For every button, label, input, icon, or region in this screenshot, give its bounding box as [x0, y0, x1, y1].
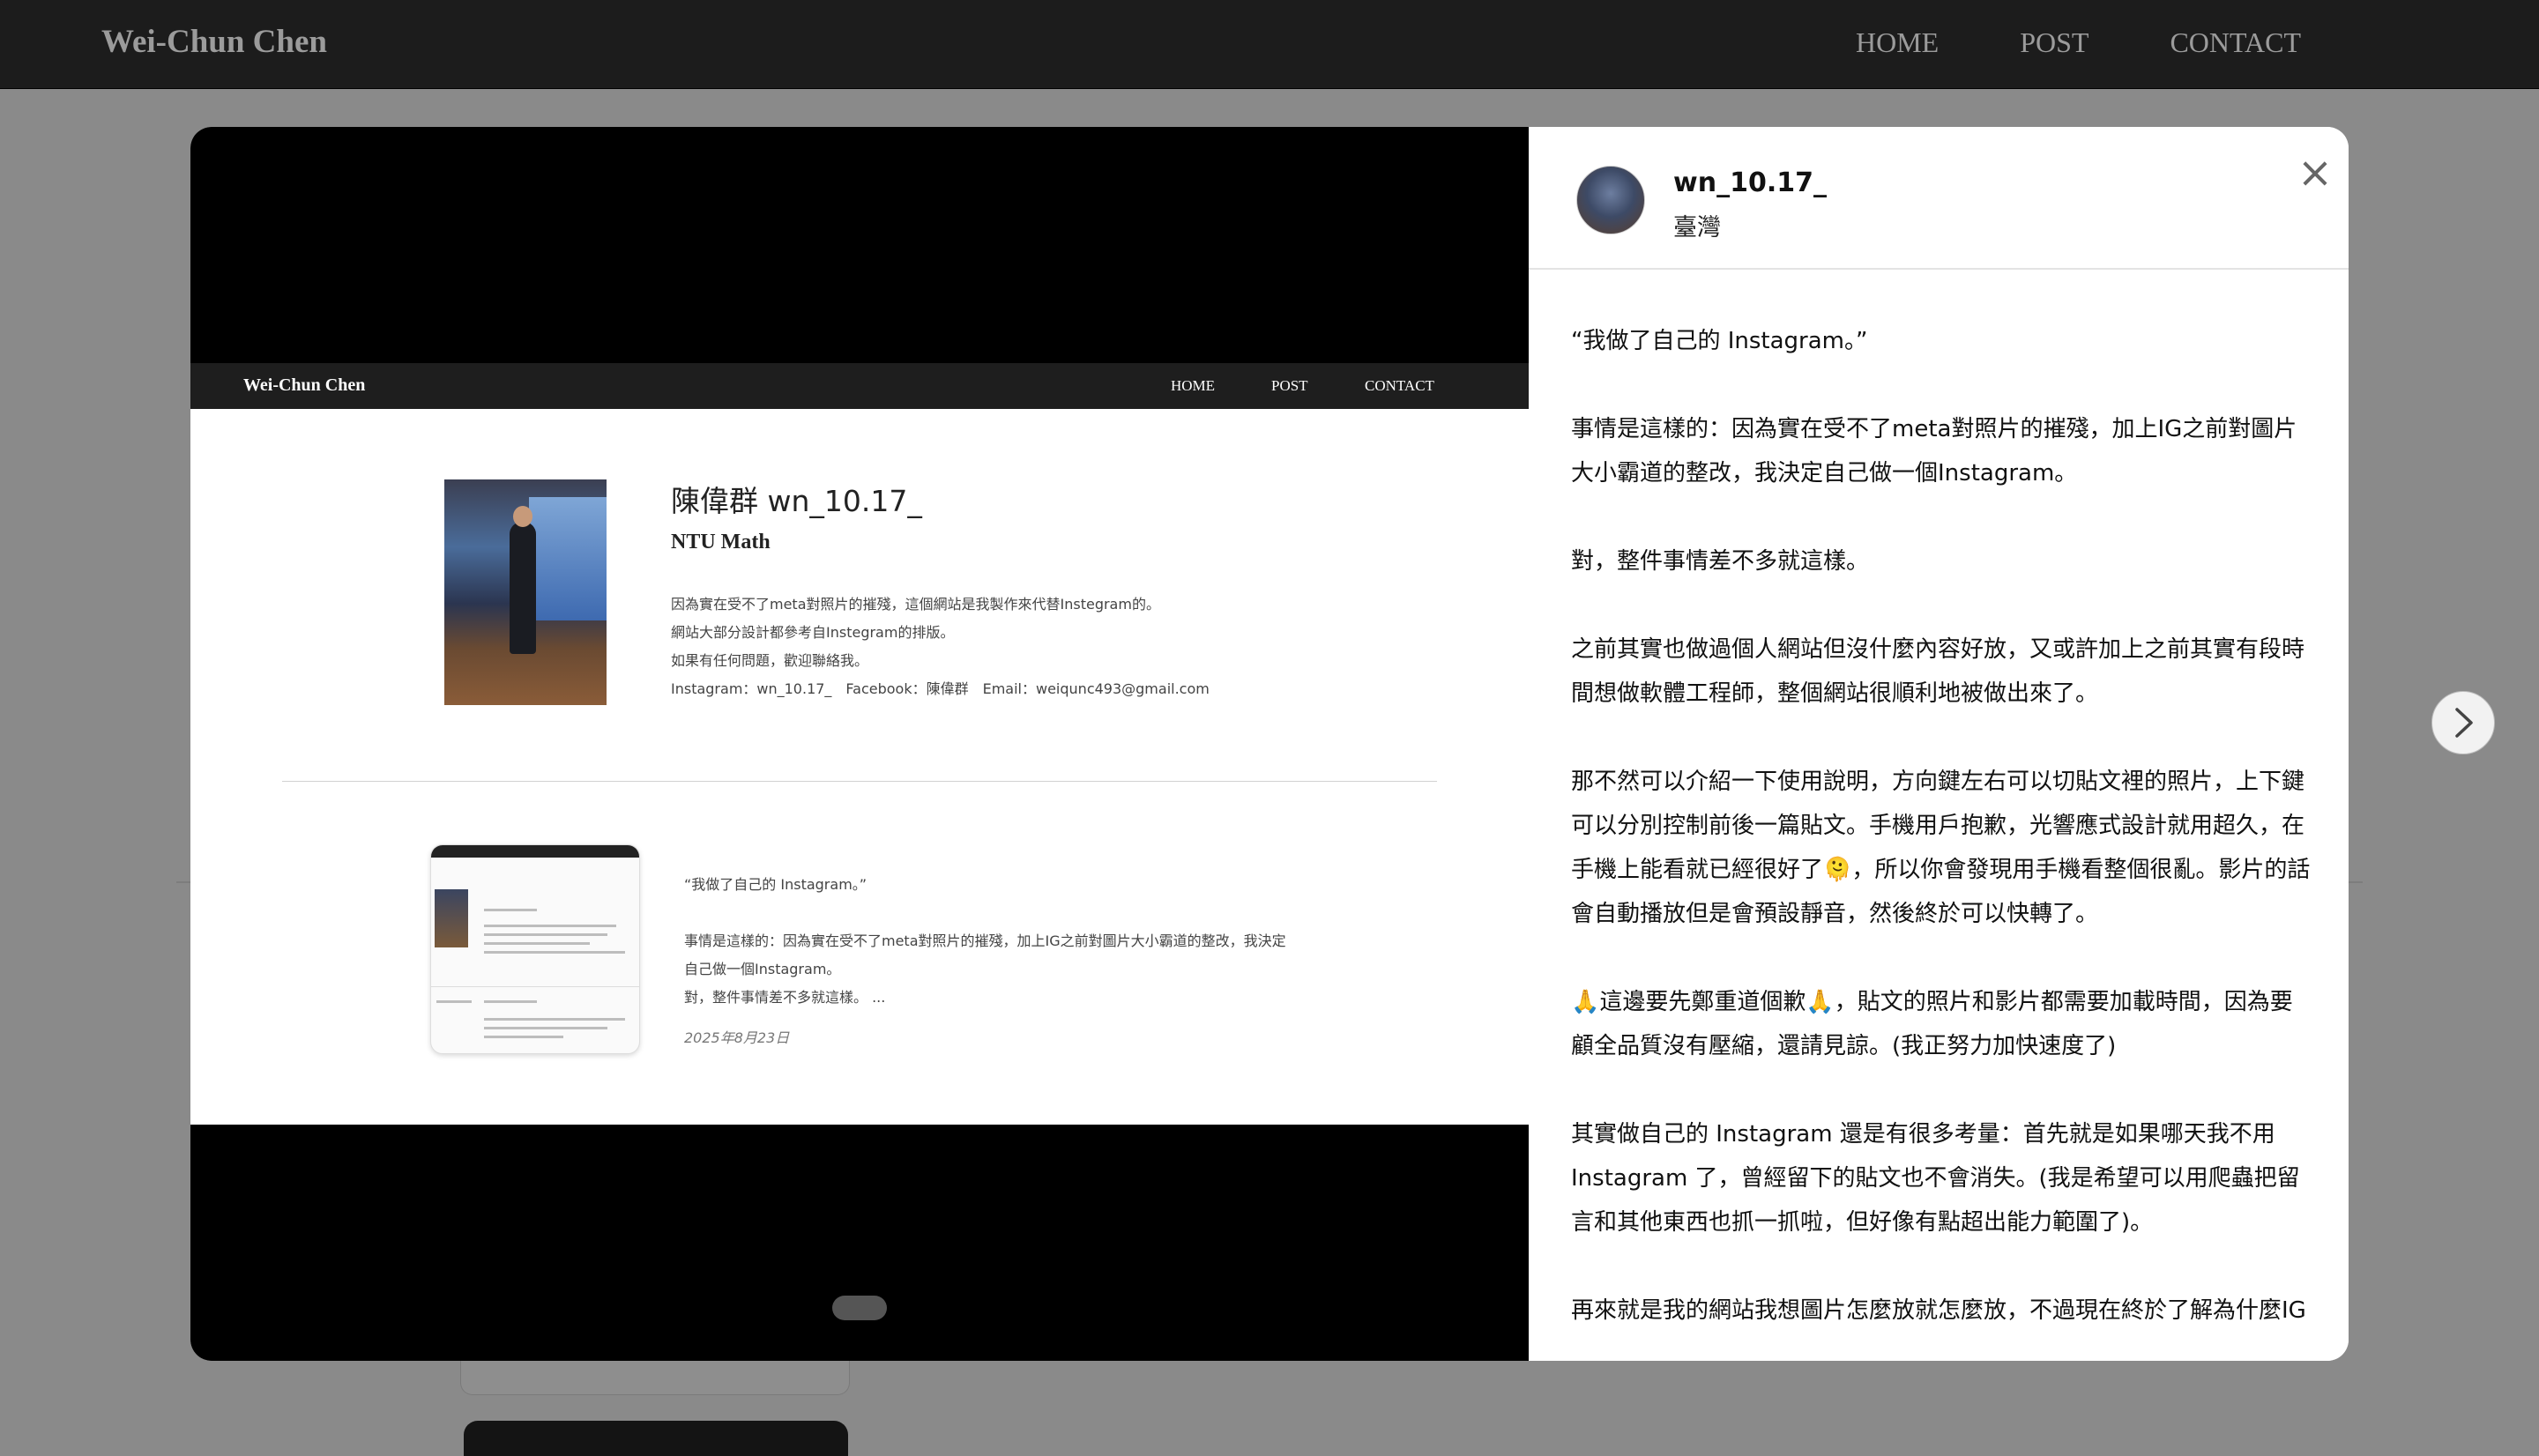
image-bio-line: 如果有任何問題，歡迎聯絡我。 — [671, 652, 869, 669]
image-bio-line: 因為實在受不了meta對照片的摧殘，這個網站是我製作來代替Instegram的。 — [671, 596, 1160, 613]
post-location: 臺灣 — [1673, 214, 1721, 241]
image-site-brand: Wei-Chun Chen — [243, 375, 366, 395]
image-post-thumbnail — [430, 844, 640, 1054]
image-profile-subtitle: NTU Math — [671, 531, 771, 553]
image-nav-post: POST — [1271, 377, 1308, 394]
image-bio-line: 網站大部分設計都參考自Instegram的排版。 — [671, 624, 955, 641]
post-header: wn_10.17_ 臺灣 × — [1529, 127, 2349, 270]
image-post-body: 事情是這樣的：因為實在受不了meta對照片的摧殘，加上IG之前對圖片大小霸道的整… — [684, 927, 1319, 1012]
post-caption: “我做了自己的 Instagram。” 事情是這樣的：因為實在受不了meta對照… — [1571, 319, 2312, 1361]
site-header: Wei-Chun Chen HOME POST CONTACT — [0, 0, 2539, 89]
background-post-card[interactable] — [460, 1357, 850, 1395]
image-profile-photo — [444, 479, 607, 705]
chevron-right-icon — [2455, 708, 2473, 738]
image-divider — [282, 781, 1437, 782]
image-post-quote: “我做了自己的 Instagram。” — [684, 876, 867, 893]
image-nav-home: HOME — [1171, 377, 1216, 394]
site-nav: HOME POST CONTACT — [1775, 26, 2301, 59]
image-profile-bio: 因為實在受不了meta對照片的摧殘，這個網站是我製作來代替Instegram的。… — [671, 591, 1210, 703]
post-username[interactable]: wn_10.17_ — [1673, 167, 1827, 198]
caption-paragraph: 🙏這邊要先鄭重道個歉🙏，貼文的照片和影片都需要加載時間，因為要顧全品質沒有壓縮，… — [1571, 989, 2293, 1059]
image-post-line: 自己做一個Instagram。 — [684, 961, 841, 977]
caption-paragraph: 其實做自己的 Instagram 還是有很多考量：首先就是如果哪天我不用 Ins… — [1571, 1121, 2300, 1236]
nav-home[interactable]: HOME — [1856, 26, 1939, 59]
image-post-date: 2025年8月23日 — [684, 1029, 790, 1046]
image-post-line: 對，整件事情差不多就這樣。 ... — [684, 989, 886, 1006]
carousel-indicator[interactable] — [832, 1296, 887, 1320]
image-post-line: 事情是這樣的：因為實在受不了meta對照片的摧殘，加上IG之前對圖片大小霸道的整… — [684, 932, 1286, 949]
caption-paragraph: 對，整件事情差不多就這樣。 — [1571, 548, 1870, 575]
image-bio-line: Instagram：wn_10.17_ Facebook：陳偉群 Email：w… — [671, 680, 1210, 697]
caption-paragraph: 那不然可以介紹一下使用說明，方向鍵左右可以切貼文裡的照片，上下鍵可以分別控制前後… — [1571, 769, 2311, 927]
image-nav-contact: CONTACT — [1365, 377, 1434, 394]
caption-paragraph: 事情是這樣的：因為實在受不了meta對照片的摧殘，加上IG之前對圖片大小霸道的整… — [1571, 416, 2297, 487]
caption-paragraph: 再來就是我的網站我想圖片怎麼放就怎麼放，不過現在終於了解為什麼IG — [1571, 1297, 2306, 1324]
background-post-card[interactable] — [464, 1421, 848, 1456]
next-post-button[interactable] — [2431, 691, 2495, 754]
post-media[interactable]: Wei-Chun Chen HOME POST CONTACT 陳偉群 wn_1… — [190, 127, 1529, 1361]
image-profile-title: 陳偉群 wn_10.17_ — [671, 484, 922, 518]
caption-paragraph: 之前其實也做過個人網站但沒什麼內容好放，又或許加上之前其實有段時間想做軟體工程師… — [1571, 636, 2305, 707]
post-modal: Wei-Chun Chen HOME POST CONTACT 陳偉群 wn_1… — [190, 127, 2349, 1361]
nav-post[interactable]: POST — [2020, 26, 2089, 59]
nav-contact[interactable]: CONTACT — [2170, 26, 2301, 59]
image-site-header: Wei-Chun Chen HOME POST CONTACT — [190, 363, 1529, 409]
caption-paragraph: “我做了自己的 Instagram。” — [1571, 328, 1868, 354]
close-icon[interactable]: × — [2296, 152, 2334, 194]
post-image: Wei-Chun Chen HOME POST CONTACT 陳偉群 wn_1… — [190, 363, 1529, 1125]
post-details-panel: wn_10.17_ 臺灣 × “我做了自己的 Instagram。” 事情是這樣… — [1529, 127, 2349, 1361]
site-brand[interactable]: Wei-Chun Chen — [101, 23, 327, 61]
avatar[interactable] — [1576, 166, 1645, 234]
